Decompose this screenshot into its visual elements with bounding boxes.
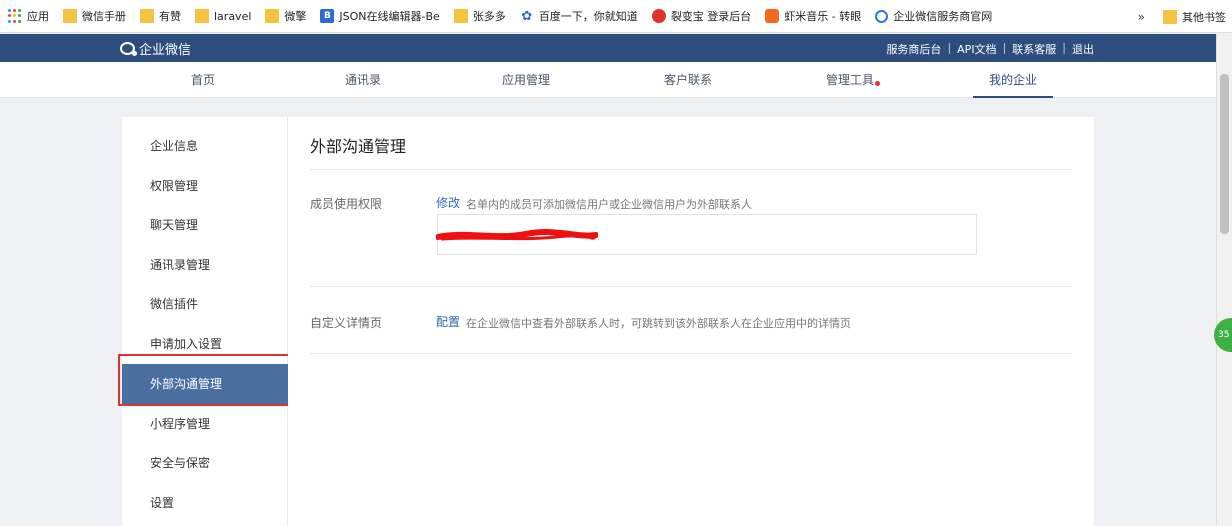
sidebar-item-mini-program[interactable]: 小程序管理 — [122, 404, 288, 444]
brand-logo[interactable]: 企业微信 — [120, 39, 191, 58]
bookmark-wechat-manual[interactable]: 微信手册 — [63, 8, 126, 24]
bookmark-zhangduoduo[interactable]: 张多多 — [453, 8, 506, 24]
bookmark-wework[interactable]: 企业微信服务商官网 — [875, 8, 992, 24]
tab-contacts[interactable]: 通讯录 — [330, 62, 396, 98]
bookmark-other[interactable]: 其他书签 — [1163, 9, 1226, 25]
folder-icon — [63, 9, 77, 23]
bookmark-weiqing[interactable]: 微擎 — [265, 8, 306, 24]
bookmarks-more-button[interactable]: » — [1138, 10, 1145, 24]
tab-customer-contact[interactable]: 客户联系 — [650, 62, 726, 98]
wework-logo-icon — [120, 42, 137, 56]
folder-icon — [140, 9, 154, 23]
xiami-icon — [765, 9, 780, 23]
apps-grid-icon — [8, 9, 22, 23]
folder-icon — [195, 9, 209, 23]
divider — [310, 353, 1072, 354]
sidebar-item-wechat-plugin[interactable]: 微信插件 — [122, 284, 288, 324]
sidebar-item-security[interactable]: 安全与保密 — [122, 443, 288, 483]
member-permission-desc: 名单内的成员可添加微信用户或企业微信用户为外部联系人 — [466, 198, 752, 211]
annotation-highlight-box — [118, 354, 304, 406]
contact-support-link[interactable]: 联系客服 — [1012, 41, 1056, 57]
folder-icon — [265, 9, 280, 23]
divider — [310, 169, 1072, 170]
tab-admin-tools[interactable]: 管理工具 — [812, 62, 888, 98]
sidebar-item-chat-management[interactable]: 聊天管理 — [122, 205, 288, 245]
divider — [310, 286, 1072, 287]
logout-link[interactable]: 退出 — [1072, 41, 1094, 57]
json-editor-icon: B — [320, 9, 335, 23]
member-permission-label: 成员使用权限 — [310, 197, 383, 211]
bookmarks-bar: 应用 微信手册 有赞 laravel 微擎 B JSON在线编辑器-Be 张多多… — [0, 0, 1232, 33]
edit-permission-link[interactable]: 修改 — [436, 194, 460, 211]
bookmark-apps[interactable]: 应用 — [8, 8, 49, 24]
folder-icon — [453, 9, 468, 23]
tab-home[interactable]: 首页 — [170, 62, 236, 98]
folder-icon — [1163, 9, 1177, 24]
custom-detail-page-desc: 在企业微信中查看外部联系人时，可跳转到该外部联系人在企业应用中的详情页 — [466, 317, 851, 330]
top-bar: 企业微信 服务商后台 | API文档 | 联系客服 | 退出 — [0, 34, 1232, 62]
page-title: 外部沟通管理 — [310, 137, 407, 156]
provider-admin-link[interactable]: 服务商后台 — [886, 41, 941, 57]
main-panel: 外部沟通管理 成员使用权限 修改 名单内的成员可添加微信用户或企业微信用户为外部… — [288, 117, 1094, 526]
bookmark-liebianbao[interactable]: 裂变宝 登录后台 — [651, 8, 751, 24]
main-nav: 首页 通讯录 应用管理 客户联系 管理工具 我的企业 — [0, 62, 1216, 98]
baidu-paw-icon: ✿ — [521, 8, 533, 24]
top-links: 服务商后台 | API文档 | 联系客服 | 退出 — [886, 41, 1094, 57]
page-scrollbar[interactable] — [1216, 34, 1232, 526]
sidebar-item-enterprise-info[interactable]: 企业信息 — [122, 126, 288, 166]
bookmarks-right: » 其他书签 — [1138, 0, 1226, 33]
tab-my-enterprise[interactable]: 我的企业 — [973, 62, 1053, 98]
bookmark-laravel[interactable]: laravel — [195, 9, 251, 23]
custom-detail-page-label: 自定义详情页 — [310, 316, 383, 330]
tab-app-management[interactable]: 应用管理 — [488, 62, 564, 98]
wework-icon — [875, 9, 889, 23]
sidebar: 企业信息 权限管理 聊天管理 通讯录管理 微信插件 申请加入设置 外部沟通管理 … — [122, 117, 288, 526]
sidebar-item-settings[interactable]: 设置 — [122, 483, 288, 523]
configure-detail-link[interactable]: 配置 — [436, 313, 460, 330]
liebianbao-icon — [651, 9, 666, 23]
sidebar-item-contacts-management[interactable]: 通讯录管理 — [122, 245, 288, 285]
redaction-scribble — [436, 229, 598, 241]
bookmark-json-editor[interactable]: B JSON在线编辑器-Be — [320, 8, 440, 24]
api-docs-link[interactable]: API文档 — [957, 41, 996, 57]
bookmark-youzan[interactable]: 有赞 — [140, 8, 181, 24]
notification-dot-icon — [875, 81, 880, 86]
scrollbar-thumb[interactable] — [1220, 74, 1229, 234]
bookmark-xiami[interactable]: 虾米音乐 - 转眼 — [765, 8, 861, 24]
sidebar-item-permissions[interactable]: 权限管理 — [122, 166, 288, 206]
bookmark-baidu[interactable]: ✿ 百度一下，你就知道 — [520, 8, 637, 24]
